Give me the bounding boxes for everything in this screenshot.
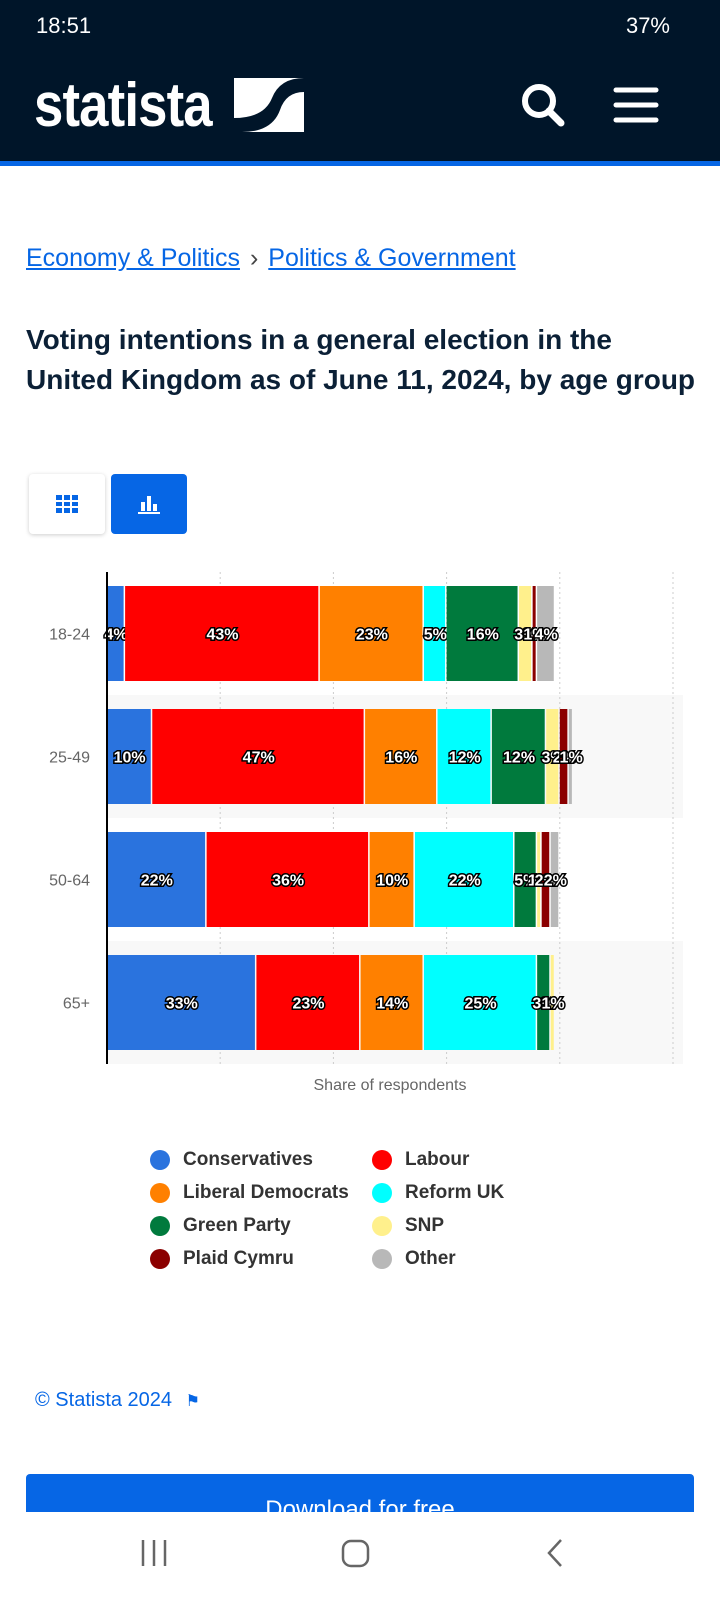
credit-text: © Statista 2024 — [35, 1389, 173, 1411]
site-header: statista — [0, 52, 720, 166]
legend-item[interactable]: Conservatives — [150, 1148, 372, 1171]
data-label: 47% — [243, 750, 275, 767]
legend-item[interactable]: Reform UK — [372, 1181, 572, 1204]
logo-mark-icon — [234, 78, 304, 132]
data-label: 23% — [292, 996, 324, 1013]
home-icon[interactable] — [341, 1539, 370, 1568]
legend-item[interactable]: Labour — [372, 1148, 572, 1171]
data-label: 1% — [560, 750, 583, 767]
legend-swatch — [150, 1215, 170, 1236]
legend-swatch — [150, 1182, 170, 1203]
data-label: 23% — [356, 627, 388, 644]
android-nav-bar — [0, 1512, 720, 1600]
data-label: 1% — [541, 996, 564, 1013]
x-axis-label: Share of respondents — [314, 1077, 467, 1094]
data-label: 12% — [449, 750, 481, 767]
statista-credit[interactable]: © Statista 2024 ⚑ — [35, 1389, 200, 1412]
data-label: 10% — [114, 750, 146, 767]
legend-swatch — [372, 1215, 392, 1236]
legend-label: Reform UK — [405, 1181, 505, 1203]
menu-icon[interactable] — [612, 80, 662, 130]
grid-icon — [56, 495, 78, 513]
back-icon[interactable] — [547, 1539, 562, 1567]
data-label: 22% — [449, 873, 481, 890]
legend-swatch — [372, 1248, 392, 1269]
legend-label: SNP — [405, 1214, 445, 1236]
category-label: 25-49 — [49, 750, 90, 767]
data-label: 36% — [272, 873, 304, 890]
data-label: 33% — [166, 996, 198, 1013]
legend-item[interactable]: Green Party — [150, 1214, 372, 1237]
legend-label: Labour — [405, 1148, 470, 1170]
page-title: Voting intentions in a general election … — [26, 324, 696, 395]
breadcrumb-economy-politics[interactable]: Economy & Politics — [26, 244, 240, 272]
recent-apps-icon[interactable] — [141, 1540, 167, 1566]
stacked-bar-chart: 18-24 4% 43% 23% 5% 16% 3%1%4%25-49 10% 47% 16% 12… — [49, 572, 683, 1094]
legend-label: Green Party — [183, 1214, 291, 1236]
data-label: 16% — [385, 750, 417, 767]
category-label: 50-64 — [49, 873, 90, 890]
legend-label: Conservatives — [183, 1148, 313, 1170]
data-label: 14% — [376, 996, 408, 1013]
chart-view-button[interactable] — [111, 474, 187, 534]
status-time: 18:51 — [36, 13, 92, 38]
breadcrumb-separator: › — [249, 244, 259, 272]
legend-swatch — [150, 1149, 170, 1170]
table-view-button[interactable] — [29, 474, 105, 534]
data-label: 5% — [424, 627, 447, 644]
legend-swatch — [150, 1248, 170, 1269]
chart-legend: Conservatives Labour Liberal Democrats Refo… — [150, 1148, 572, 1270]
breadcrumb: Economy & Politics › Politics & Government — [26, 244, 516, 273]
bar-chart-icon — [138, 496, 160, 514]
legend-item[interactable]: Liberal Democrats — [150, 1181, 372, 1204]
legend-item[interactable]: Other — [372, 1247, 572, 1270]
statista-logo[interactable]: statista — [34, 70, 213, 141]
legend-swatch — [372, 1182, 392, 1203]
search-icon[interactable] — [518, 80, 568, 130]
legend-item[interactable]: SNP — [372, 1214, 572, 1237]
data-label: 10% — [376, 873, 408, 890]
flag-icon: ⚑ — [185, 1393, 200, 1410]
legend-swatch — [372, 1149, 392, 1170]
legend-label: Other — [405, 1247, 456, 1269]
legend-label: Liberal Democrats — [183, 1181, 349, 1203]
data-label: 12% — [503, 750, 535, 767]
legend-label: Plaid Cymru — [183, 1247, 294, 1269]
category-label: 18-24 — [49, 627, 90, 644]
data-label: 2% — [544, 873, 567, 890]
data-label: 22% — [141, 873, 173, 890]
data-label: 25% — [465, 996, 497, 1013]
status-bar: 18:51 37% — [0, 0, 720, 52]
category-label: 65+ — [63, 996, 90, 1013]
battery-level: 37% — [625, 13, 670, 38]
data-label: 4% — [535, 627, 558, 644]
legend-item[interactable]: Plaid Cymru — [150, 1247, 372, 1270]
breadcrumb-politics-government[interactable]: Politics & Government — [268, 244, 515, 272]
data-label: 43% — [206, 627, 238, 644]
data-label: 16% — [467, 627, 499, 644]
